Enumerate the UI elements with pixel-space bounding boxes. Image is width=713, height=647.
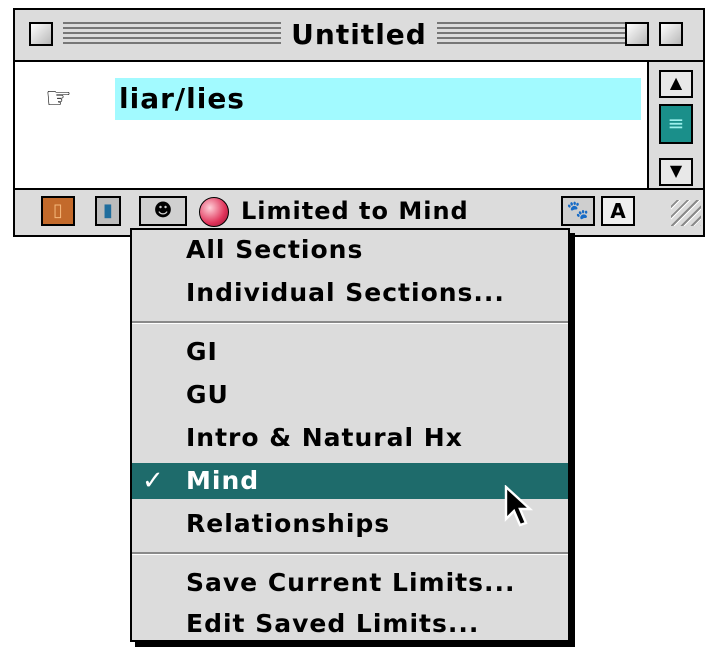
- menu-item-save-current-limits[interactable]: Save Current Limits...: [132, 565, 568, 601]
- menu-item-mind[interactable]: ✓ Mind: [132, 463, 568, 499]
- scroll-thumb[interactable]: ≡: [659, 104, 693, 144]
- menu-item-gu[interactable]: GU: [132, 377, 568, 413]
- menu-item-intro-natural-hx[interactable]: Intro & Natural Hx: [132, 420, 568, 456]
- limit-indicator-icon[interactable]: [199, 197, 229, 227]
- book-icon[interactable]: ▯: [41, 196, 75, 226]
- mouse-pointer-icon: [504, 485, 534, 527]
- paw-icon[interactable]: 🐾: [561, 196, 595, 226]
- menu-item-mind-label: Mind: [186, 466, 260, 495]
- limit-label[interactable]: Limited to Mind: [241, 197, 469, 225]
- menu-item-relationships[interactable]: Relationships: [132, 506, 568, 542]
- zoom-box[interactable]: [625, 22, 649, 46]
- title-bar[interactable]: Untitled: [15, 10, 703, 62]
- content-area[interactable]: ☞ liar/lies: [15, 62, 647, 190]
- menu-item-individual-sections[interactable]: Individual Sections...: [132, 275, 568, 311]
- scroll-up-arrow-icon[interactable]: ▲: [659, 70, 693, 98]
- close-box[interactable]: [29, 22, 53, 46]
- checkmark-icon: ✓: [142, 466, 165, 496]
- title-bar-stripes: [63, 22, 647, 46]
- face-icon[interactable]: ☻: [139, 196, 187, 226]
- menu-item-edit-saved-limits[interactable]: Edit Saved Limits...: [132, 606, 568, 642]
- grow-box-icon[interactable]: [671, 200, 701, 226]
- bottle-icon[interactable]: ▮: [95, 196, 121, 226]
- a-button[interactable]: A: [601, 196, 635, 226]
- scroll-down-arrow-icon[interactable]: ▼: [659, 158, 693, 186]
- pointing-hand-icon: ☞: [45, 81, 72, 116]
- search-entry[interactable]: liar/lies: [115, 78, 641, 120]
- menu-item-gi[interactable]: GI: [132, 334, 568, 370]
- search-window: Untitled ☞ liar/lies ▲ ≡ ▼ ▯ ▮ ☻ Limited…: [13, 8, 705, 237]
- menu-item-all-sections[interactable]: All Sections: [132, 232, 568, 268]
- collapse-box[interactable]: [659, 22, 683, 46]
- vertical-scrollbar[interactable]: ▲ ≡ ▼: [647, 62, 703, 190]
- limits-popup-menu: All Sections Individual Sections... GI G…: [130, 228, 570, 642]
- menu-separator: [132, 321, 568, 324]
- menu-separator: [132, 552, 568, 555]
